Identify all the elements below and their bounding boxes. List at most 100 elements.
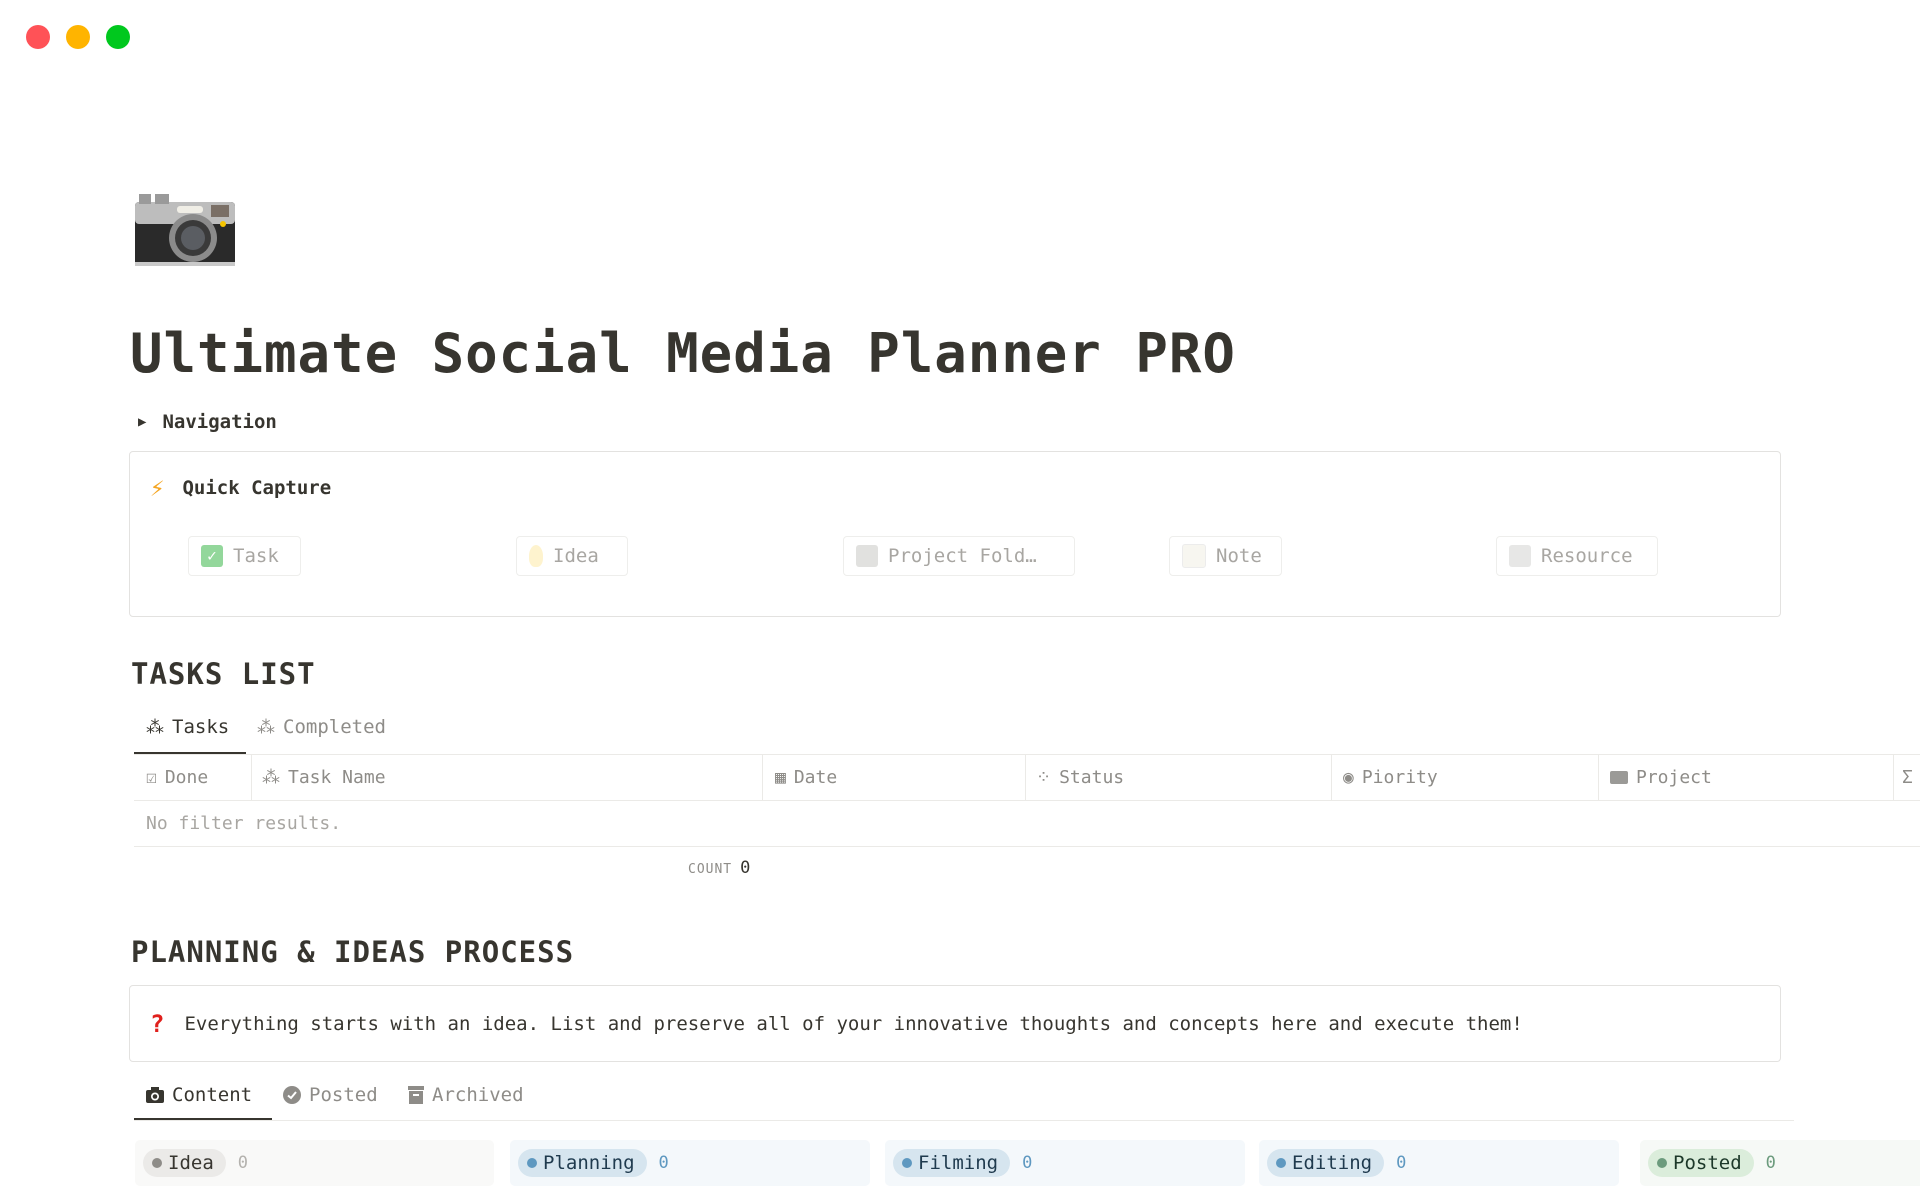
quick-capture-title: Quick Capture xyxy=(182,477,332,499)
triangle-right-icon[interactable]: ▶ xyxy=(138,414,146,430)
quick-capture-note-button[interactable]: Note xyxy=(1169,536,1282,576)
navigation-label: Navigation xyxy=(162,411,277,433)
column-divider xyxy=(1598,755,1599,800)
status-pill: Editing xyxy=(1267,1149,1385,1177)
quick-capture-header: ⚡ Quick Capture xyxy=(150,474,331,502)
camera-icon[interactable] xyxy=(133,192,237,268)
callout-text: Everything starts with an idea. List and… xyxy=(184,1012,1523,1035)
column-divider xyxy=(762,755,763,800)
check-circle-icon xyxy=(283,1086,301,1104)
tab-archived-label: Archived xyxy=(432,1084,524,1106)
column-count: 0 xyxy=(1396,1153,1407,1173)
status-label: Idea xyxy=(168,1152,214,1174)
checkbox-icon: ☑ xyxy=(146,767,157,788)
column-header-done-label: Done xyxy=(164,767,209,788)
column-header-status[interactable]: ⁘ Status xyxy=(1036,767,1124,788)
question-mark-icon: ? xyxy=(150,1009,165,1038)
quick-capture-note-label: Note xyxy=(1216,545,1262,567)
column-header-priority-label: Piority xyxy=(1361,767,1438,788)
board-column-filming[interactable]: Filming 0 xyxy=(885,1140,1245,1186)
sigma-icon: Σ xyxy=(1902,767,1913,788)
column-header-project-label: Project xyxy=(1636,767,1712,788)
board-column-posted[interactable]: Posted 0 xyxy=(1640,1140,1920,1186)
status-dot-icon xyxy=(527,1158,537,1168)
column-header-task-name[interactable]: ⁂ Task Name xyxy=(262,767,386,788)
folder-icon xyxy=(1610,771,1628,784)
board-column-planning[interactable]: Planning 0 xyxy=(510,1140,870,1186)
column-header-formula[interactable]: Σ xyxy=(1902,767,1913,788)
column-header-priority[interactable]: ◉ Piority xyxy=(1343,767,1438,788)
divider xyxy=(134,1120,1794,1121)
status-label: Posted xyxy=(1673,1152,1742,1174)
status-pill: Posted xyxy=(1648,1149,1754,1177)
tab-content[interactable]: Content xyxy=(146,1084,252,1106)
maximize-window-button[interactable] xyxy=(106,25,130,49)
column-header-date-label: Date xyxy=(793,767,838,788)
column-header-status-label: Status xyxy=(1059,767,1125,788)
status-dot-icon xyxy=(1276,1158,1286,1168)
divider xyxy=(134,754,1920,755)
tab-archived[interactable]: Archived xyxy=(408,1084,524,1106)
status-dot-icon xyxy=(902,1158,912,1168)
column-divider xyxy=(1893,755,1894,800)
lightning-icon: ⚡ xyxy=(150,474,165,502)
tab-posted-label: Posted xyxy=(309,1084,378,1106)
archive-icon xyxy=(408,1086,424,1104)
newspaper-icon xyxy=(1509,545,1531,567)
column-divider xyxy=(251,755,252,800)
column-header-done[interactable]: ☑ Done xyxy=(146,767,208,788)
column-count: 0 xyxy=(1022,1153,1033,1173)
loading-cursor-icon: ⁂ xyxy=(257,716,275,738)
quick-capture-project-folder-button[interactable]: Project Fold… xyxy=(843,536,1075,576)
quick-capture-idea-button[interactable]: Idea xyxy=(516,536,628,576)
quick-capture-task-button[interactable]: ✓ Task xyxy=(188,536,301,576)
status-pill: Planning xyxy=(518,1149,647,1177)
quick-capture-resource-button[interactable]: Resource xyxy=(1496,536,1658,576)
status-dot-icon xyxy=(152,1158,162,1168)
file-folder-icon xyxy=(856,545,878,567)
page-title: Ultimate Social Media Planner PRO xyxy=(130,322,1236,385)
tab-completed[interactable]: ⁂ Completed xyxy=(257,716,386,738)
tab-posted[interactable]: Posted xyxy=(283,1084,378,1106)
camera-icon xyxy=(146,1087,164,1103)
board-column-editing[interactable]: Editing 0 xyxy=(1259,1140,1619,1186)
status-dot-icon xyxy=(1657,1158,1667,1168)
status-label: Editing xyxy=(1292,1152,1373,1174)
empty-state-text: No filter results. xyxy=(146,813,342,834)
divider xyxy=(134,800,1920,801)
column-header-date[interactable]: ▦ Date xyxy=(775,767,837,788)
check-mark-button-icon: ✓ xyxy=(201,545,223,567)
board-column-idea[interactable]: Idea 0 xyxy=(135,1140,494,1186)
minimize-window-button[interactable] xyxy=(66,25,90,49)
calendar-icon: ▦ xyxy=(775,767,786,788)
divider xyxy=(134,846,1920,847)
planning-heading: PLANNING & IDEAS PROCESS xyxy=(131,935,575,969)
tasks-list-heading: TASKS LIST xyxy=(131,657,316,691)
count-label: COUNT xyxy=(688,862,733,877)
close-window-button[interactable] xyxy=(26,25,50,49)
column-divider xyxy=(1025,755,1026,800)
loading-icon: ⁘ xyxy=(1036,767,1052,788)
quick-capture-callout xyxy=(129,451,1781,617)
circle-chevron-down-icon: ◉ xyxy=(1343,767,1354,788)
column-header-task-name-label: Task Name xyxy=(288,767,386,788)
idea-callout: ? Everything starts with an idea. List a… xyxy=(129,985,1781,1062)
quick-capture-project-folder-label: Project Fold… xyxy=(888,545,1037,567)
column-header-project[interactable]: Project xyxy=(1610,767,1712,788)
tab-tasks-label: Tasks xyxy=(172,716,230,738)
column-count: 0 xyxy=(658,1153,669,1173)
navigation-toggle[interactable]: ▶ Navigation xyxy=(138,411,277,433)
loading-cursor-icon: ⁂ xyxy=(146,716,164,738)
tab-content-label: Content xyxy=(172,1084,253,1106)
tab-tasks[interactable]: ⁂ Tasks xyxy=(146,716,229,738)
status-pill: Filming xyxy=(893,1149,1011,1177)
memo-icon xyxy=(1182,544,1206,568)
count-summary[interactable]: COUNT 0 xyxy=(688,858,751,878)
quick-capture-task-label: Task xyxy=(233,545,279,567)
status-pill: Idea xyxy=(143,1149,226,1177)
column-divider xyxy=(1331,755,1332,800)
status-label: Planning xyxy=(543,1152,635,1174)
quick-capture-idea-label: Idea xyxy=(553,545,599,567)
quick-capture-resource-label: Resource xyxy=(1541,545,1633,567)
column-count: 0 xyxy=(237,1153,249,1173)
